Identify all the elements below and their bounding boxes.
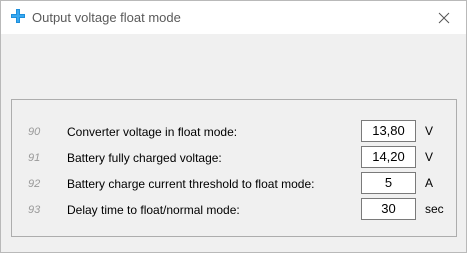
param-number: 92 [28,178,41,190]
close-button[interactable] [422,1,466,34]
param-unit: sec [425,202,444,216]
window-title: Output voltage float mode [32,10,181,25]
close-icon [438,12,450,23]
param-number: 93 [28,204,41,216]
param-label: Battery charge current threshold to floa… [67,177,315,191]
plus-blue-icon [10,8,26,24]
param-label: Delay time to float/normal mode: [67,203,240,217]
charge-current-threshold-input[interactable]: 5 [361,172,416,194]
param-row-93: 93 Delay time to float/normal mode: 30 s… [12,198,456,222]
param-unit: V [425,124,434,138]
title-bar[interactable]: Output voltage float mode [1,1,466,34]
param-row-92: 92 Battery charge current threshold to f… [12,172,456,196]
param-unit: V [425,150,434,164]
param-row-91: 91 Battery fully charged voltage: 14,20 … [12,146,456,170]
param-number: 90 [28,126,41,138]
param-unit: A [425,176,434,190]
param-label: Converter voltage in float mode: [67,125,238,139]
delay-time-input[interactable]: 30 [361,198,416,220]
parameters-group: 90 Converter voltage in float mode: 13,8… [11,99,457,237]
battery-charged-voltage-input[interactable]: 14,20 [361,146,416,168]
param-label: Battery fully charged voltage: [67,151,222,165]
converter-voltage-float-input[interactable]: 13,80 [361,120,416,142]
dialog-window: Output voltage float mode 90 Converter v… [0,0,467,253]
param-row-90: 90 Converter voltage in float mode: 13,8… [12,120,456,144]
param-number: 91 [28,152,41,164]
